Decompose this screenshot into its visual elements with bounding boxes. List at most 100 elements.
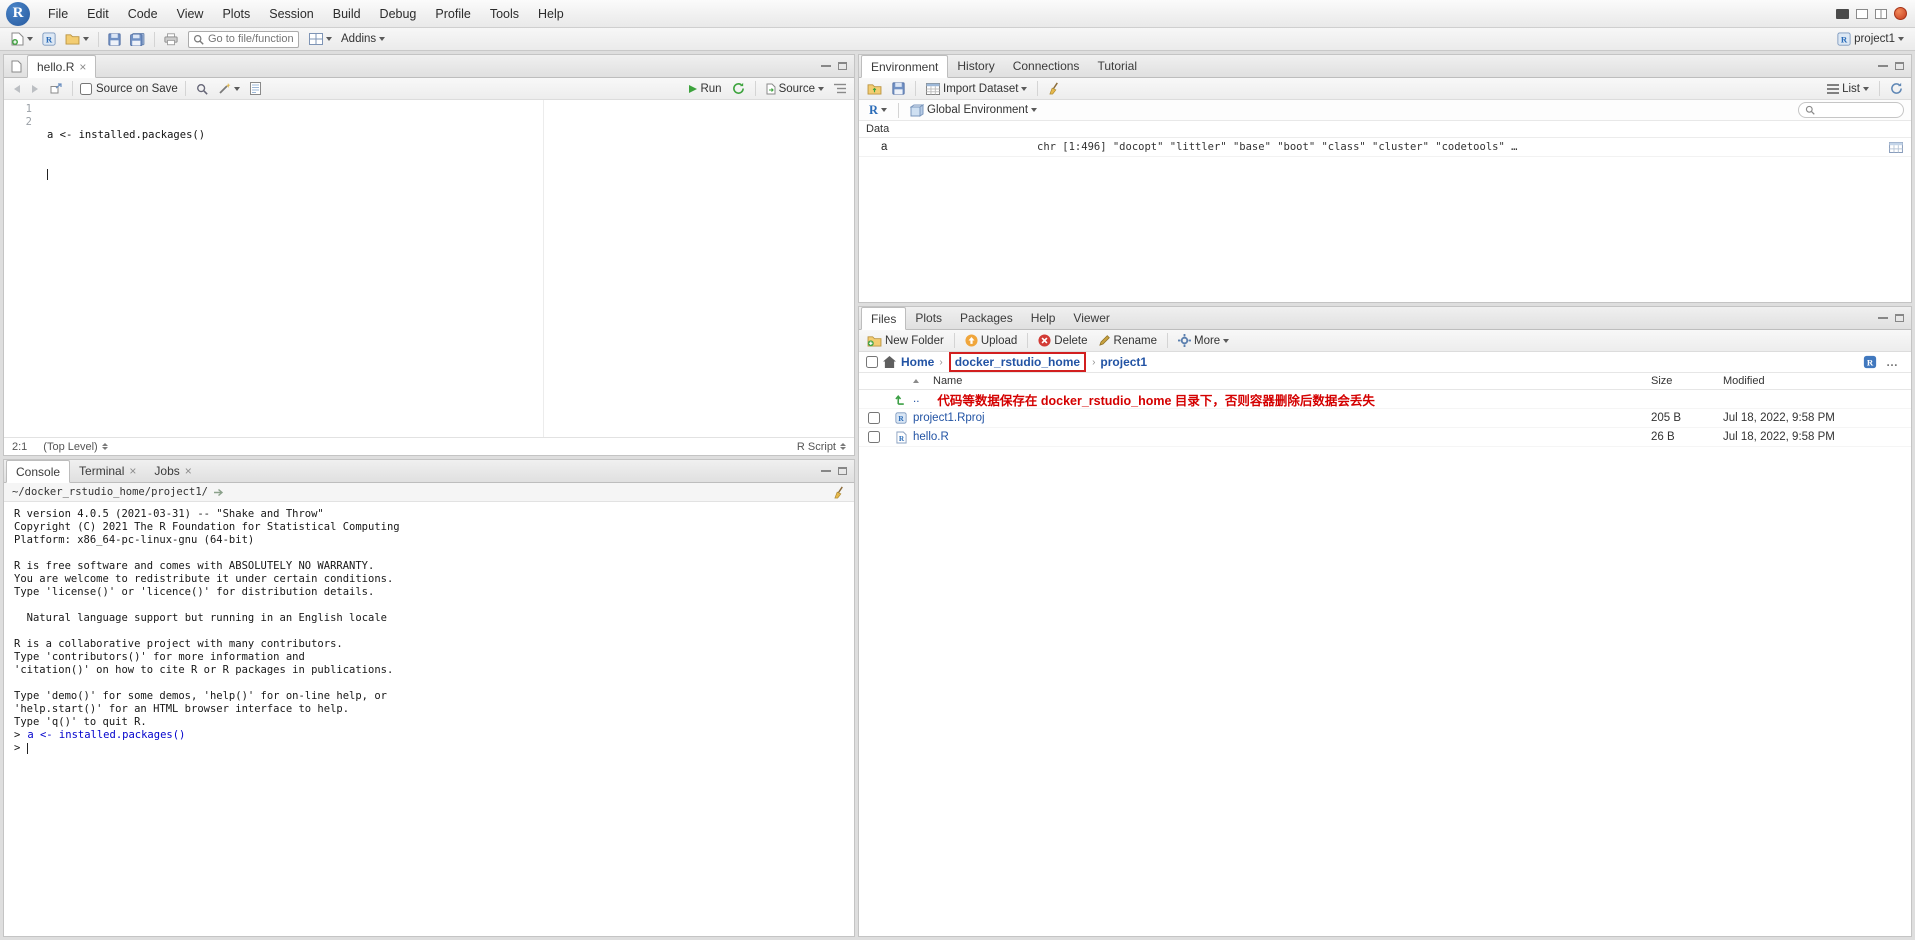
maximize-pane-icon[interactable] xyxy=(838,467,847,475)
save-button[interactable] xyxy=(105,31,124,48)
menu-plots[interactable]: Plots xyxy=(213,3,259,25)
minimize-pane-icon[interactable] xyxy=(821,65,831,67)
minimize-pane-icon[interactable] xyxy=(821,470,831,472)
environment-variable-row[interactable]: a chr [1:496] "docopt" "littler" "base" … xyxy=(859,138,1911,157)
console-input-line[interactable]: > xyxy=(14,742,844,755)
r-project-icon[interactable]: R xyxy=(1863,355,1877,369)
file-checkbox[interactable] xyxy=(868,412,880,424)
open-file-button[interactable] xyxy=(62,31,92,47)
menu-tools[interactable]: Tools xyxy=(481,3,528,25)
minimize-pane-icon[interactable] xyxy=(1878,317,1888,319)
goto-file-search[interactable] xyxy=(188,31,299,48)
column-size[interactable]: Size xyxy=(1651,375,1723,387)
select-all-checkbox[interactable] xyxy=(866,356,878,368)
back-button[interactable] xyxy=(9,82,24,96)
tab-help[interactable]: Help xyxy=(1022,307,1065,329)
goto-directory-icon[interactable] xyxy=(214,488,224,497)
file-row-hello-r[interactable]: R hello.R 26 B Jul 18, 2022, 9:58 PM xyxy=(859,428,1911,447)
new-folder-button[interactable]: New Folder xyxy=(864,333,947,349)
run-button[interactable]: Run xyxy=(686,81,724,97)
environment-scope-selector[interactable]: Global Environment xyxy=(907,102,1040,119)
view-data-button[interactable] xyxy=(1881,142,1911,153)
menu-session[interactable]: Session xyxy=(260,3,322,25)
code-tools-button[interactable] xyxy=(215,80,243,97)
document-outline-button[interactable] xyxy=(831,81,849,96)
delete-button[interactable]: Delete xyxy=(1035,332,1090,349)
parent-dir-link[interactable]: .. xyxy=(913,393,919,405)
menu-edit[interactable]: Edit xyxy=(78,3,118,25)
find-replace-button[interactable] xyxy=(193,81,211,97)
scope-selector[interactable]: (Top Level) xyxy=(43,441,107,453)
maximize-pane-icon[interactable] xyxy=(1895,62,1904,70)
tab-jobs[interactable]: Jobs xyxy=(145,460,200,482)
addins-button[interactable]: Addins xyxy=(338,31,388,47)
source-doc-icon[interactable] xyxy=(6,55,27,77)
menu-file[interactable]: File xyxy=(39,3,77,25)
code-area[interactable]: a <- installed.packages() xyxy=(40,100,854,437)
breadcrumb-docker-rstudio-home[interactable]: docker_rstudio_home xyxy=(949,352,1086,372)
tab-plots[interactable]: Plots xyxy=(906,307,951,329)
close-icon[interactable] xyxy=(185,465,192,477)
code-editor[interactable]: 1 2 a <- installed.packages() xyxy=(4,100,854,437)
goto-file-input[interactable] xyxy=(208,33,294,45)
tab-terminal[interactable]: Terminal xyxy=(70,460,145,482)
file-row-project1-rproj[interactable]: R project1.Rproj 205 B Jul 18, 2022, 9:5… xyxy=(859,409,1911,428)
maximize-pane-icon[interactable] xyxy=(1895,314,1904,322)
breadcrumb-home[interactable]: Home xyxy=(901,355,934,369)
tab-packages[interactable]: Packages xyxy=(951,307,1022,329)
tab-tutorial[interactable]: Tutorial xyxy=(1088,55,1146,77)
minimize-pane-icon[interactable] xyxy=(1878,65,1888,67)
rename-button[interactable]: Rename xyxy=(1095,332,1160,349)
save-workspace-button[interactable] xyxy=(889,80,908,97)
tab-connections[interactable]: Connections xyxy=(1004,55,1089,77)
environment-search-input[interactable] xyxy=(1819,104,1897,116)
source-on-save-checkbox[interactable] xyxy=(80,83,92,95)
pane-layout-button[interactable] xyxy=(306,31,335,47)
project-selector[interactable]: R project1 xyxy=(1834,30,1907,48)
home-icon[interactable] xyxy=(883,356,896,368)
popout-button[interactable] xyxy=(47,81,65,96)
tab-history[interactable]: History xyxy=(948,55,1003,77)
compile-report-button[interactable] xyxy=(247,80,264,97)
menu-code[interactable]: Code xyxy=(119,3,167,25)
tab-console[interactable]: Console xyxy=(6,460,70,483)
refresh-environment-button[interactable] xyxy=(1887,80,1906,97)
file-checkbox[interactable] xyxy=(868,431,880,443)
more-button[interactable]: More xyxy=(1175,332,1232,349)
tab-files[interactable]: Files xyxy=(861,307,906,330)
file-link[interactable]: project1.Rproj xyxy=(913,412,985,424)
console-pane-icon[interactable] xyxy=(1836,9,1849,19)
source-button[interactable]: Source xyxy=(763,81,827,97)
load-workspace-button[interactable] xyxy=(864,81,885,97)
quit-session-button[interactable] xyxy=(1894,7,1907,20)
file-row-parent-dir[interactable]: .. 代码等数据保存在 docker_rstudio_home 目录下，否则容器… xyxy=(859,390,1911,409)
tab-environment[interactable]: Environment xyxy=(861,55,948,78)
upload-button[interactable]: Upload xyxy=(962,332,1020,349)
rerun-button[interactable] xyxy=(729,80,748,97)
menu-view[interactable]: View xyxy=(168,3,213,25)
console-output[interactable]: R version 4.0.5 (2021-03-31) -- "Shake a… xyxy=(4,502,854,936)
import-dataset-button[interactable]: Import Dataset xyxy=(923,81,1030,97)
environment-search[interactable] xyxy=(1798,102,1904,118)
print-button[interactable] xyxy=(161,31,181,48)
menu-debug[interactable]: Debug xyxy=(371,3,426,25)
tab-viewer[interactable]: Viewer xyxy=(1064,307,1118,329)
close-icon[interactable] xyxy=(129,465,136,477)
tab-hello-r[interactable]: hello.R xyxy=(27,55,96,78)
menu-profile[interactable]: Profile xyxy=(426,3,479,25)
breadcrumb-project1[interactable]: project1 xyxy=(1100,355,1147,369)
forward-button[interactable] xyxy=(28,82,43,96)
more-options-icon[interactable] xyxy=(1886,355,1899,369)
language-selector[interactable]: R xyxy=(866,101,890,120)
new-project-button[interactable]: R xyxy=(39,30,59,48)
menu-help[interactable]: Help xyxy=(529,3,573,25)
new-file-button[interactable] xyxy=(8,30,36,48)
file-link[interactable]: hello.R xyxy=(913,431,949,443)
column-modified[interactable]: Modified xyxy=(1723,375,1911,387)
maximize-pane-icon[interactable] xyxy=(838,62,847,70)
list-view-button[interactable]: List xyxy=(1824,81,1872,97)
save-all-button[interactable] xyxy=(127,31,148,48)
doc-type-selector[interactable]: R Script xyxy=(797,441,846,453)
clear-environment-button[interactable] xyxy=(1045,80,1064,97)
menu-build[interactable]: Build xyxy=(324,3,370,25)
